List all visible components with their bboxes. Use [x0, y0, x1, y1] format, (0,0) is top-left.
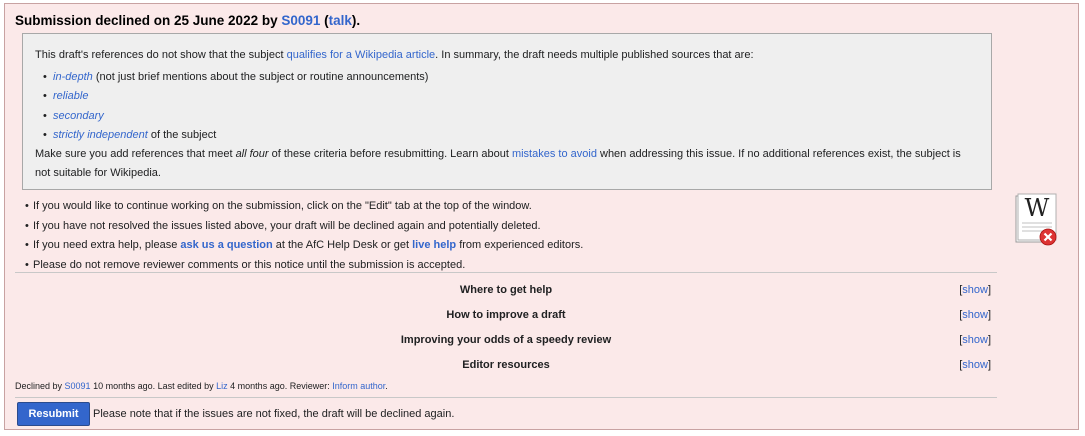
divider	[15, 397, 997, 398]
resubmit-button[interactable]: Resubmit	[17, 402, 90, 426]
criteria-item: reliable	[43, 87, 428, 106]
inform-author-link[interactable]: Inform author	[332, 381, 385, 391]
instruction-help: If you need extra help, please ask us a …	[25, 236, 583, 256]
criteria-reliable-link[interactable]: reliable	[53, 90, 88, 102]
mistakes-to-avoid-link[interactable]: mistakes to avoid	[512, 148, 597, 160]
refbox-intro: This draft's references do not show that…	[35, 49, 754, 61]
criteria-item: in-depth (not just brief mentions about …	[43, 68, 428, 87]
divider	[15, 272, 997, 273]
criteria-item: strictly independent of the subject	[43, 126, 428, 145]
reviewer-talk-link[interactable]: talk	[329, 13, 352, 28]
show-toggle: [show]	[959, 359, 991, 371]
decline-heading: Submission declined on 25 June 2022 by S…	[15, 13, 360, 28]
section-title: Where to get help	[459, 284, 553, 296]
editor-user-link[interactable]: Liz	[216, 381, 228, 391]
ask-question-link[interactable]: ask us a question	[180, 239, 272, 251]
show-link[interactable]: show	[962, 334, 988, 346]
heading-paren-open: (	[320, 13, 329, 28]
reviewer-user-link[interactable]: S0091	[65, 381, 91, 391]
live-help-link[interactable]: live help	[412, 239, 456, 251]
refbox-advice: Make sure you add references that meet a…	[35, 148, 961, 179]
svg-text:W: W	[1025, 194, 1050, 222]
criteria-list: in-depth (not just brief mentions about …	[43, 68, 428, 145]
show-link[interactable]: show	[962, 359, 988, 371]
collapsible-improve-draft: How to improve a draft [show]	[15, 303, 997, 327]
reviewer-link[interactable]: S0091	[281, 13, 320, 28]
heading-text: Submission declined on 25 June 2022 by	[15, 13, 282, 28]
show-link[interactable]: show	[962, 284, 988, 296]
section-title: How to improve a draft	[446, 309, 566, 321]
show-toggle: [show]	[959, 334, 991, 346]
section-title: Improving your odds of a speedy review	[400, 334, 612, 346]
instructions-list: If you would like to continue working on…	[25, 197, 583, 275]
heading-paren-close: ).	[351, 13, 361, 28]
collapsible-editor-resources: Editor resources [show]	[15, 353, 997, 377]
notability-link[interactable]: qualifies for a Wikipedia article	[287, 49, 436, 61]
criteria-independent-link[interactable]: strictly independent	[53, 129, 148, 141]
afc-decline-notice: Submission declined on 25 June 2022 by S…	[4, 3, 1079, 430]
instruction-edit: If you would like to continue working on…	[25, 197, 583, 217]
instruction-resolve: If you have not resolved the issues list…	[25, 217, 583, 237]
criteria-secondary-link[interactable]: secondary	[53, 110, 104, 122]
decline-footer: Declined by S0091 10 months ago. Last ed…	[15, 381, 388, 391]
resubmit-note: Please note that if the issues are not f…	[93, 408, 455, 420]
criteria-item: secondary	[43, 107, 428, 126]
show-toggle: [show]	[959, 284, 991, 296]
show-toggle: [show]	[959, 309, 991, 321]
criteria-in-depth-link[interactable]: in-depth	[53, 71, 93, 83]
collapsible-where-to-get-help: Where to get help [show]	[15, 278, 997, 302]
references-message-box: This draft's references do not show that…	[22, 33, 992, 190]
section-title: Editor resources	[462, 359, 550, 371]
declined-wikipedia-logo-icon: W	[1015, 192, 1059, 246]
collapsible-speedy-review: Improving your odds of a speedy review […	[15, 328, 997, 352]
show-link[interactable]: show	[962, 309, 988, 321]
